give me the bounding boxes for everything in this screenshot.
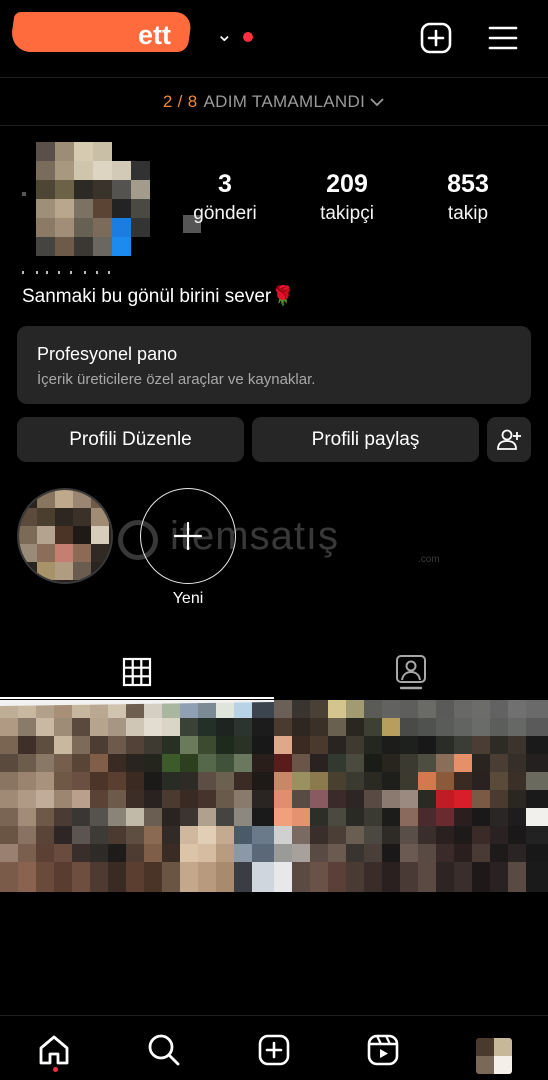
grid-icon xyxy=(122,657,152,687)
reels-icon xyxy=(367,1034,399,1066)
stat-posts-value: 3 xyxy=(218,170,232,198)
steps-label: ADIM TAMAMLANDI xyxy=(203,91,366,111)
tagged-person-icon xyxy=(396,655,426,690)
plus-square-icon xyxy=(420,22,452,54)
notification-dot xyxy=(243,32,253,42)
share-profile-button[interactable]: Profili paylaş xyxy=(252,417,479,462)
stat-following-value: 853 xyxy=(447,170,489,198)
home-icon xyxy=(39,1035,69,1065)
pro-panel-subtitle: İçerik üreticilere özel araçlar ve kayna… xyxy=(37,371,316,388)
post-edge-highlight xyxy=(0,700,274,706)
hamburger-icon xyxy=(488,26,518,50)
nav-search[interactable] xyxy=(144,1030,184,1070)
pixelated-avatar-image xyxy=(22,142,150,256)
new-highlight-button[interactable] xyxy=(140,488,236,584)
professional-dashboard-panel[interactable]: Profesyonel pano İçerik üreticilere özel… xyxy=(17,326,531,404)
stat-posts-label: gönderi xyxy=(193,203,257,224)
pixelated-post-image xyxy=(0,700,274,892)
steps-progress: 2 / 8 xyxy=(162,91,198,111)
stat-followers[interactable]: 209 takipçi xyxy=(287,170,407,225)
plus-icon xyxy=(173,521,203,551)
add-person-icon xyxy=(497,429,521,450)
clipped-name-strokes xyxy=(22,271,110,274)
edit-profile-button[interactable]: Profili Düzenle xyxy=(17,417,244,462)
stat-followers-label: takipçi xyxy=(320,203,374,224)
stat-followers-value: 209 xyxy=(326,170,368,198)
pixelated-highlight-image xyxy=(19,490,111,582)
top-bar: ett ⌄ xyxy=(0,0,548,78)
profile-avatar[interactable] xyxy=(22,140,152,256)
menu-button[interactable] xyxy=(485,20,521,56)
bottom-navigation xyxy=(0,1015,548,1080)
home-notification-dot xyxy=(53,1067,58,1072)
pixelated-post-image xyxy=(274,700,548,892)
post-thumbnail[interactable] xyxy=(274,700,548,892)
display-name-cut xyxy=(22,266,112,274)
nav-home[interactable] xyxy=(34,1030,74,1070)
pixelated-avatar-image xyxy=(476,1038,512,1074)
stat-posts[interactable]: 3 gönderi xyxy=(165,170,285,225)
discover-people-button[interactable] xyxy=(487,417,531,462)
stat-following[interactable]: 853 takip xyxy=(408,170,528,225)
plus-square-icon xyxy=(258,1034,290,1066)
pro-panel-title: Profesyonel pano xyxy=(37,344,178,364)
watermark-suffix: .com xyxy=(418,554,440,565)
chevron-down-icon xyxy=(370,97,384,106)
nav-profile-avatar[interactable] xyxy=(476,1038,512,1074)
active-tab-indicator xyxy=(0,697,274,699)
post-thumbnail[interactable] xyxy=(0,700,274,892)
profile-bio: Sanmaki bu gönül birini sever🌹 xyxy=(22,286,295,307)
onboarding-steps-banner[interactable]: 2 / 8 ADIM TAMAMLANDI xyxy=(0,78,548,126)
create-button[interactable] xyxy=(418,20,454,56)
nav-create[interactable] xyxy=(254,1030,294,1070)
username[interactable]: ett xyxy=(138,20,171,51)
search-icon xyxy=(148,1034,180,1066)
new-highlight-label: Yeni xyxy=(172,590,204,607)
tab-tagged[interactable] xyxy=(274,646,548,698)
tab-posts-grid[interactable] xyxy=(0,646,274,698)
nav-reels[interactable] xyxy=(363,1030,403,1070)
chevron-down-icon[interactable]: ⌄ xyxy=(216,22,233,47)
stat-following-label: takip xyxy=(447,203,489,224)
story-highlight[interactable] xyxy=(17,488,113,584)
posts-grid xyxy=(0,700,548,892)
